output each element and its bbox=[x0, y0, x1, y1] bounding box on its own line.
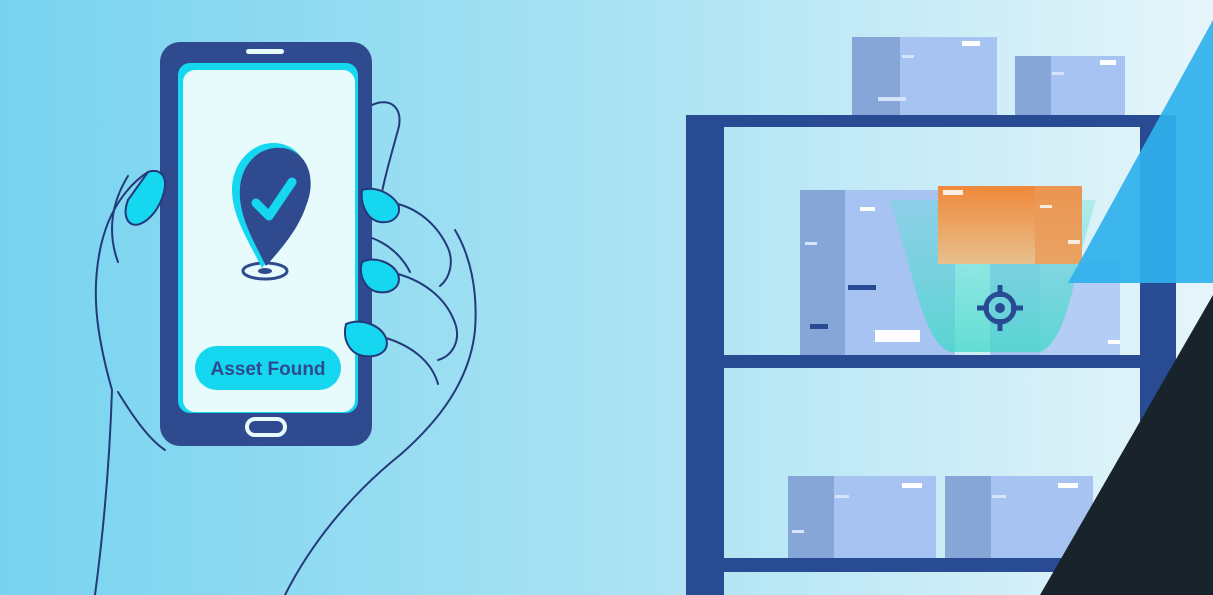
box-lower-1 bbox=[788, 476, 936, 558]
box-top-1 bbox=[852, 37, 997, 115]
found-box bbox=[938, 186, 1082, 264]
asset-tracking-illustration: Asset Found bbox=[0, 0, 1213, 595]
box-top-2 bbox=[1015, 56, 1125, 115]
shelf-top-beam bbox=[686, 115, 1176, 127]
asset-found-badge: Asset Found bbox=[195, 346, 341, 390]
status-badge-label: Asset Found bbox=[210, 359, 325, 380]
phone-speaker bbox=[246, 49, 284, 54]
shelf-middle-beam bbox=[686, 355, 1176, 368]
smartphone: Asset Found bbox=[160, 42, 372, 446]
illustration-canvas: Asset Found bbox=[0, 0, 1213, 595]
